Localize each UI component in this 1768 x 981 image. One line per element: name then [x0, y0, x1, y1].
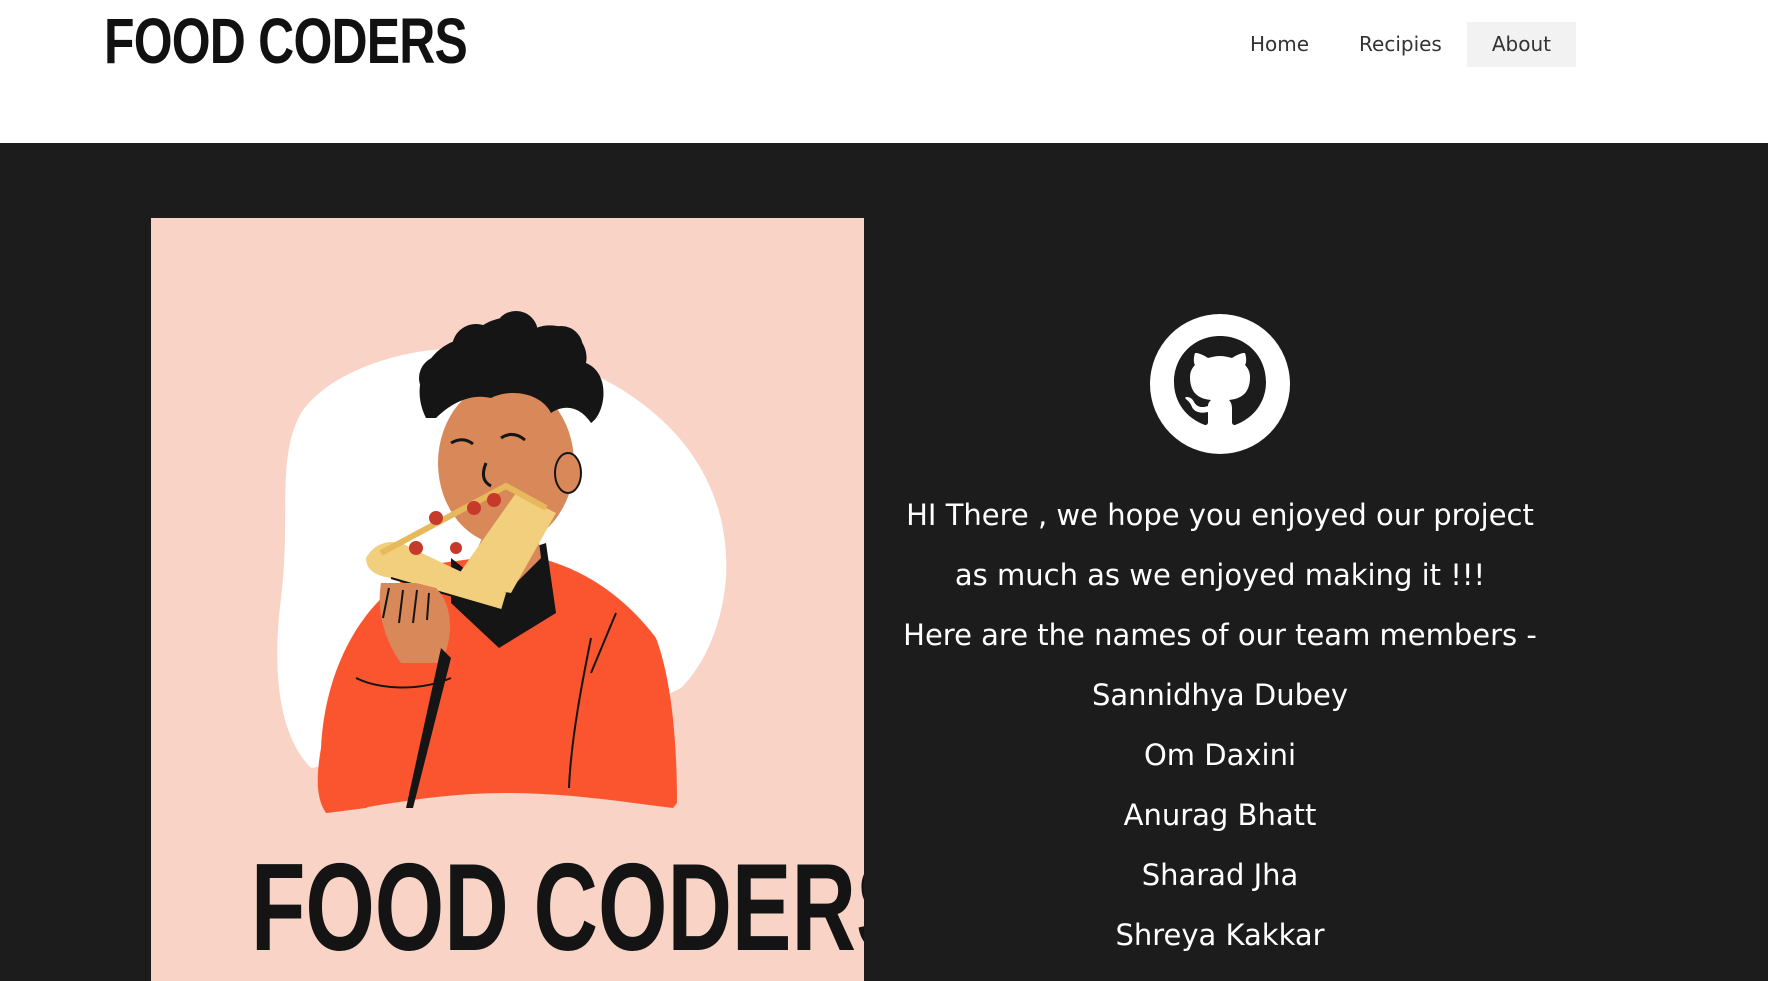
team-member: Sannidhya Dubey [1091, 678, 1349, 712]
team-member: Shreya Kakkar [1115, 918, 1325, 952]
team-member: Anurag Bhatt [1123, 798, 1317, 832]
about-section: FOOD CODERS HI There , we hope you enjoy… [0, 143, 1768, 981]
site-logo[interactable]: FOOD CODERS [104, 4, 468, 78]
about-text: HI There , we hope you enjoyed our proje… [890, 485, 1550, 965]
nav-recipies-link[interactable]: Recipies [1334, 22, 1467, 67]
team-member: Om Daxini [1143, 738, 1297, 772]
nav-home-link[interactable]: Home [1225, 22, 1334, 67]
food-coders-poster: FOOD CODERS [151, 218, 864, 981]
nav-about-link[interactable]: About [1466, 22, 1576, 67]
team-heading: Here are the names of our team members - [903, 618, 1537, 652]
intro-line-2: as much as we enjoyed making it !!! [954, 558, 1486, 592]
site-header: FOOD CODERS Home Recipies About [0, 0, 1768, 143]
team-member: Sharad Jha [1141, 858, 1299, 892]
poster-title: FOOD CODERS [250, 839, 864, 977]
github-icon[interactable] [1150, 314, 1290, 454]
main-nav: Home Recipies About [1225, 22, 1576, 67]
intro-line-1: HI There , we hope you enjoyed our proje… [906, 498, 1534, 532]
